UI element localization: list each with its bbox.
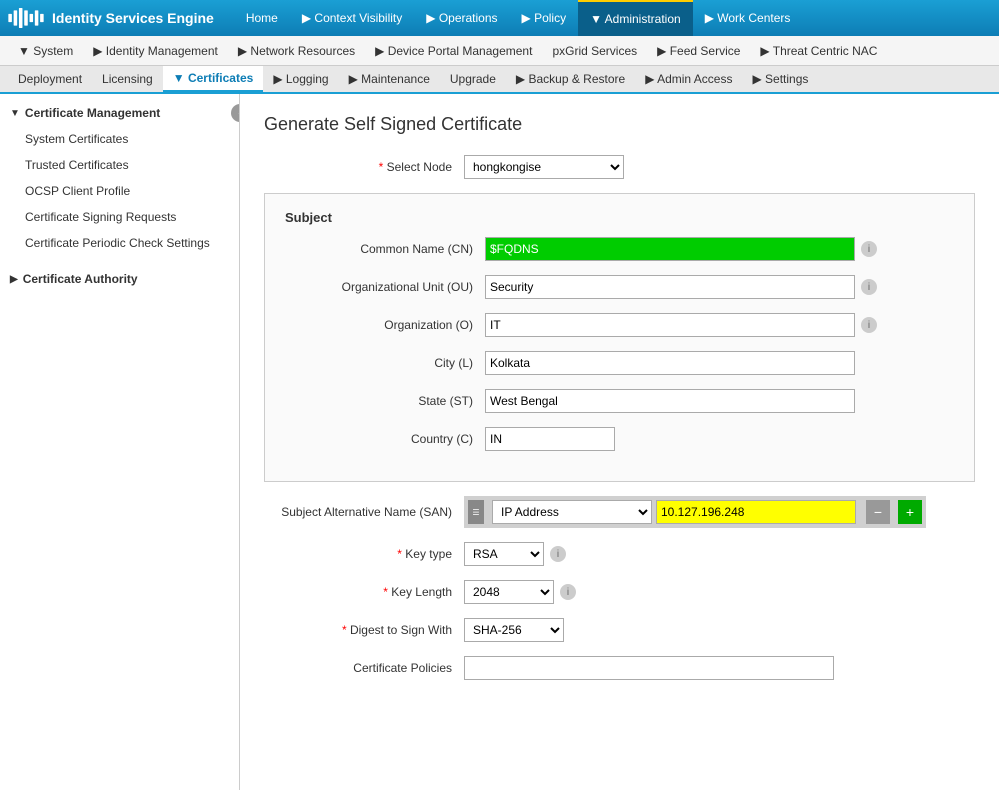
cisco-logo-icon	[8, 8, 44, 28]
select-node-row: Select Node hongkongise	[264, 155, 975, 179]
tab-certificates[interactable]: ▼ Certificates	[163, 66, 264, 92]
page-title: Generate Self Signed Certificate	[264, 114, 975, 135]
sidebar-cert-periodic-check[interactable]: Certificate Periodic Check Settings	[0, 230, 239, 256]
key-length-select[interactable]: 512 1024 2048 4096	[464, 580, 554, 604]
sidebar-trusted-certificates[interactable]: Trusted Certificates	[0, 152, 239, 178]
nav-administration[interactable]: ▼ Administration	[578, 0, 693, 36]
cert-policies-input[interactable]	[464, 656, 834, 680]
san-row: Subject Alternative Name (SAN) ☰ IP Addr…	[264, 496, 975, 528]
second-nav-pxgrid[interactable]: pxGrid Services	[542, 36, 647, 65]
tab-logging[interactable]: ▶ Logging	[263, 66, 338, 92]
key-type-select[interactable]: RSA ECDSA	[464, 542, 544, 566]
second-nav-identity[interactable]: ▶ Identity Management	[83, 36, 228, 65]
nav-context-visibility[interactable]: ▶ Context Visibility	[290, 0, 414, 36]
san-ip-input[interactable]	[656, 500, 856, 524]
nav-policy[interactable]: ▶ Policy	[510, 0, 579, 36]
select-node-label: Select Node	[264, 160, 464, 174]
state-row: State (ST)	[285, 389, 954, 413]
second-nav-network[interactable]: ▶ Network Resources	[228, 36, 365, 65]
sidebar-cert-signing-requests[interactable]: Certificate Signing Requests	[0, 204, 239, 230]
san-remove-button[interactable]: −	[866, 500, 890, 524]
digest-select[interactable]: SHA-256 SHA-384 SHA-512	[464, 618, 564, 642]
select-node-dropdown[interactable]: hongkongise	[464, 155, 624, 179]
country-input[interactable]	[485, 427, 615, 451]
tab-backup[interactable]: ▶ Backup & Restore	[506, 66, 635, 92]
sidebar-ocsp-client-profile[interactable]: OCSP Client Profile	[0, 178, 239, 204]
digest-row: Digest to Sign With SHA-256 SHA-384 SHA-…	[264, 618, 975, 642]
nav-operations[interactable]: ▶ Operations	[414, 0, 509, 36]
key-length-label: Key Length	[264, 585, 464, 599]
san-drag-handle[interactable]: ☰	[468, 500, 484, 524]
key-length-info-icon[interactable]: i	[560, 584, 576, 600]
cert-policies-label: Certificate Policies	[264, 661, 464, 675]
san-label: Subject Alternative Name (SAN)	[264, 505, 464, 519]
common-name-label: Common Name (CN)	[285, 242, 485, 256]
content-area: Generate Self Signed Certificate Select …	[240, 94, 999, 790]
key-length-row: Key Length 512 1024 2048 4096 i	[264, 580, 975, 604]
cert-management-header[interactable]: ▼ Certificate Management	[0, 100, 239, 126]
org-unit-label: Organizational Unit (OU)	[285, 280, 485, 294]
san-type-select[interactable]: IP Address DNS Email URI	[492, 500, 652, 524]
top-nav-bar: Identity Services Engine Home ▶ Context …	[0, 0, 999, 36]
nav-home[interactable]: Home	[234, 0, 290, 36]
main-layout: ‹ ▼ Certificate Management System Certif…	[0, 94, 999, 790]
common-name-input[interactable]	[485, 237, 855, 261]
sidebar: ‹ ▼ Certificate Management System Certif…	[0, 94, 240, 790]
common-name-row: Common Name (CN) i	[285, 237, 954, 261]
cert-management-section: ▼ Certificate Management System Certific…	[0, 94, 239, 262]
org-info-icon[interactable]: i	[861, 317, 877, 333]
san-add-button[interactable]: +	[898, 500, 922, 524]
org-unit-input[interactable]	[485, 275, 855, 299]
third-nav-bar: Deployment Licensing ▼ Certificates ▶ Lo…	[0, 66, 999, 94]
country-row: Country (C)	[285, 427, 954, 451]
subject-section: Subject Common Name (CN) i Organizationa…	[264, 193, 975, 482]
second-nav-device-portal[interactable]: ▶ Device Portal Management	[365, 36, 542, 65]
key-type-label: Key type	[264, 547, 464, 561]
tab-upgrade[interactable]: Upgrade	[440, 66, 506, 92]
cert-authority-label: Certificate Authority	[23, 272, 138, 286]
san-wrapper: ☰ IP Address DNS Email URI − +	[464, 496, 926, 528]
tab-licensing[interactable]: Licensing	[92, 66, 163, 92]
sidebar-system-certificates[interactable]: System Certificates	[0, 126, 239, 152]
state-input[interactable]	[485, 389, 855, 413]
country-label: Country (C)	[285, 432, 485, 446]
org-input[interactable]	[485, 313, 855, 337]
tab-settings[interactable]: ▶ Settings	[742, 66, 818, 92]
tab-maintenance[interactable]: ▶ Maintenance	[339, 66, 440, 92]
common-name-info-icon[interactable]: i	[861, 241, 877, 257]
cert-authority-header[interactable]: ▶ Certificate Authority	[0, 266, 239, 292]
tab-deployment[interactable]: Deployment	[8, 66, 92, 92]
city-row: City (L)	[285, 351, 954, 375]
cert-policies-row: Certificate Policies	[264, 656, 975, 680]
second-nav-threat[interactable]: ▶ Threat Centric NAC	[750, 36, 887, 65]
cert-authority-arrow: ▶	[10, 274, 18, 285]
state-label: State (ST)	[285, 394, 485, 408]
key-type-info-icon[interactable]: i	[550, 546, 566, 562]
org-unit-row: Organizational Unit (OU) i	[285, 275, 954, 299]
second-nav-feed[interactable]: ▶ Feed Service	[647, 36, 750, 65]
org-label: Organization (O)	[285, 318, 485, 332]
cert-management-label: Certificate Management	[25, 106, 160, 120]
digest-label: Digest to Sign With	[264, 623, 464, 637]
app-title: Identity Services Engine	[52, 10, 214, 26]
tab-admin-access[interactable]: ▶ Admin Access	[635, 66, 742, 92]
city-label: City (L)	[285, 356, 485, 370]
top-nav-items: Home ▶ Context Visibility ▶ Operations ▶…	[234, 0, 803, 36]
city-input[interactable]	[485, 351, 855, 375]
nav-work-centers[interactable]: ▶ Work Centers	[693, 0, 803, 36]
org-row: Organization (O) i	[285, 313, 954, 337]
subject-label: Subject	[285, 210, 954, 225]
key-type-row: Key type RSA ECDSA i	[264, 542, 975, 566]
cert-management-arrow: ▼	[10, 108, 20, 119]
second-nav-bar: ▼ System ▶ Identity Management ▶ Network…	[0, 36, 999, 66]
second-nav-system[interactable]: ▼ System	[8, 36, 83, 65]
org-unit-info-icon[interactable]: i	[861, 279, 877, 295]
